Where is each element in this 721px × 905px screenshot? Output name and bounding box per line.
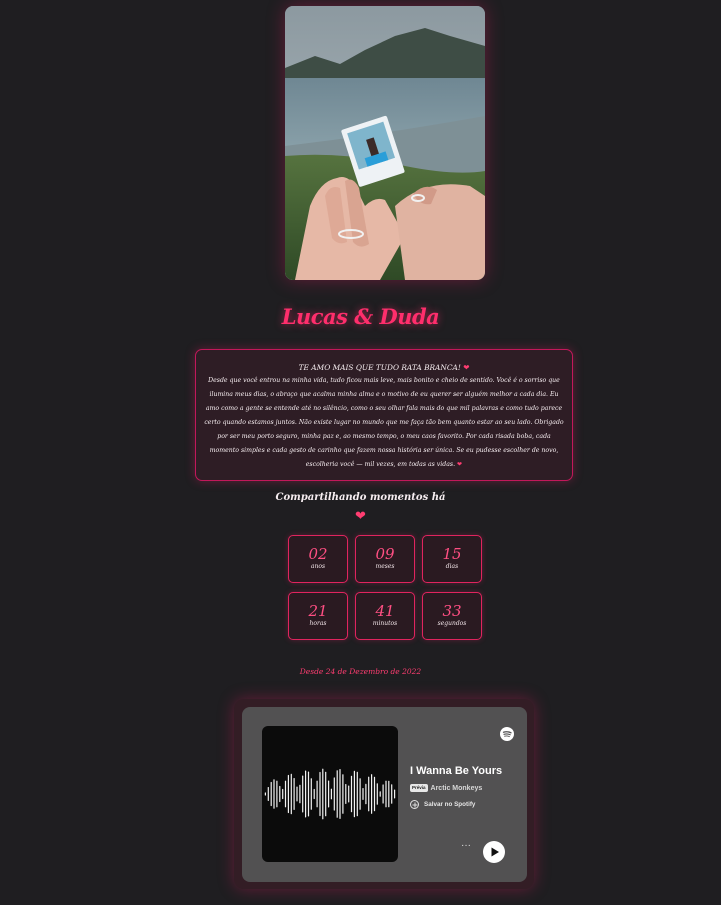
save-to-spotify-button[interactable]: Salvar no Spotify: [410, 800, 475, 809]
album-waveform: [264, 768, 396, 820]
counter-value: 33: [442, 602, 462, 620]
time-counter: 02 anos 09 meses 15 dias 21 horas 41 min…: [288, 535, 482, 640]
track-title[interactable]: I Wanna Be Yours: [410, 765, 502, 777]
counter-years: 02 anos: [288, 535, 348, 583]
play-icon: [491, 847, 499, 857]
preview-badge: Prévia: [410, 784, 428, 792]
counter-unit: anos: [310, 563, 326, 570]
heart-icon: ❤: [355, 509, 366, 524]
counter-unit: minutos: [372, 620, 398, 627]
counter-value: 09: [375, 545, 395, 563]
counter-minutes: 41 minutos: [355, 592, 415, 640]
artist-row: Prévia Arctic Monkeys: [410, 783, 482, 793]
heart-icon: ❤: [457, 461, 463, 468]
message-title-line: TE AMO MAIS QUE TUDO RATA BRANCA! ❤: [204, 362, 564, 373]
artist-name[interactable]: Arctic Monkeys: [431, 785, 483, 792]
plus-circle-icon: [410, 800, 419, 809]
since-date: Desde 24 de Dezembro de 2022: [299, 667, 422, 676]
love-message-box: TE AMO MAIS QUE TUDO RATA BRANCA! ❤ Desd…: [195, 349, 573, 481]
counter-value: 21: [308, 602, 328, 620]
spotify-logo-icon[interactable]: [500, 727, 514, 741]
page: Lucas & Duda TE AMO MAIS QUE TUDO RATA B…: [0, 0, 721, 905]
couple-name-title: Lucas & Duda: [281, 304, 440, 329]
play-button[interactable]: [483, 841, 505, 863]
counter-value: 15: [442, 545, 462, 563]
counter-label: Compartilhando momentos há: [275, 492, 446, 503]
message-body-line: Desde que você entrou na minha vida, tud…: [204, 374, 564, 472]
counter-unit: horas: [309, 620, 327, 627]
counter-value: 41: [375, 602, 395, 620]
save-label: Salvar no Spotify: [424, 801, 476, 808]
counter-hours: 21 horas: [288, 592, 348, 640]
counter-days: 15 dias: [422, 535, 482, 583]
more-options-icon[interactable]: ···: [461, 841, 471, 851]
spotify-player[interactable]: I Wanna Be Yours Prévia Arctic Monkeys S…: [242, 707, 527, 882]
message-body: Desde que você entrou na minha vida, tud…: [204, 377, 564, 468]
counter-months: 09 meses: [355, 535, 415, 583]
counter-unit: meses: [375, 563, 395, 570]
counter-value: 02: [308, 545, 328, 563]
album-cover[interactable]: [262, 726, 398, 862]
counter-seconds: 33 segundos: [422, 592, 482, 640]
message-title: TE AMO MAIS QUE TUDO RATA BRANCA!: [298, 363, 461, 372]
counter-unit: dias: [445, 563, 459, 570]
couple-photo: [285, 6, 485, 280]
spotify-embed-frame: I Wanna Be Yours Prévia Arctic Monkeys S…: [234, 699, 534, 889]
counter-unit: segundos: [437, 620, 467, 627]
heart-icon: ❤: [463, 363, 470, 372]
